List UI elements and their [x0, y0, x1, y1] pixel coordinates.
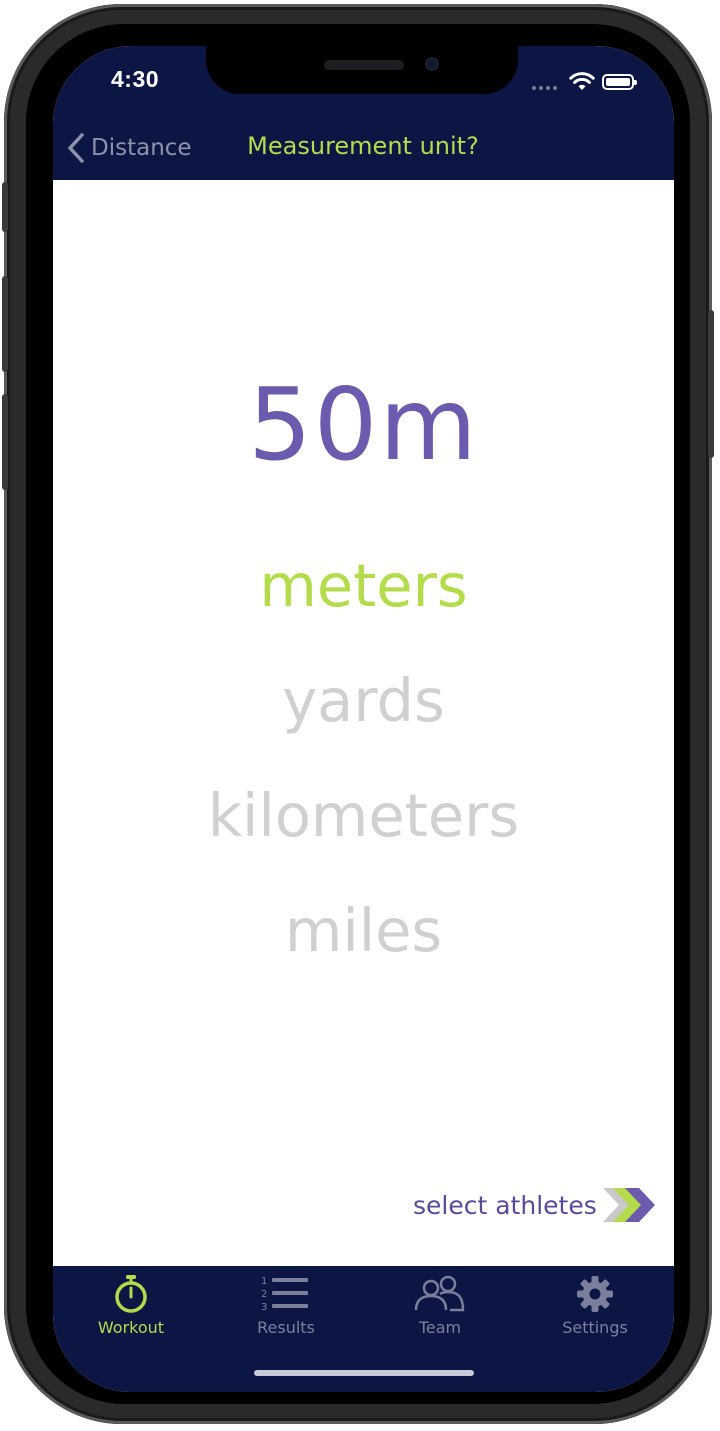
- svg-text:3: 3: [261, 1302, 267, 1313]
- double-chevron-right-icon: [602, 1188, 655, 1222]
- back-button[interactable]: Distance: [67, 132, 192, 164]
- tab-settings-label: Settings: [562, 1318, 628, 1337]
- volume-up-button: [2, 276, 8, 372]
- people-icon: [414, 1275, 465, 1312]
- stopwatch-icon: [115, 1275, 147, 1313]
- unit-option-meters[interactable]: meters: [53, 551, 674, 620]
- select-athletes-button[interactable]: select athletes: [413, 1186, 661, 1224]
- tab-team-label: Team: [418, 1318, 462, 1337]
- tab-results[interactable]: 1 2 3 Results: [226, 1266, 346, 1346]
- battery-icon: [602, 74, 637, 90]
- svg-text:1: 1: [261, 1276, 267, 1287]
- wifi-icon: [569, 72, 595, 90]
- front-camera: [425, 57, 439, 71]
- power-button: [708, 310, 714, 458]
- page-title: Measurement unit?: [247, 132, 479, 160]
- mute-switch: [2, 182, 8, 232]
- svg-text:2: 2: [261, 1289, 267, 1300]
- unit-option-yards[interactable]: yards: [53, 666, 674, 735]
- tab-settings[interactable]: Settings: [535, 1266, 655, 1346]
- gear-icon: [577, 1276, 613, 1312]
- screen: 4:30 Distance Measurement unit? 50m mete…: [53, 46, 674, 1392]
- numbered-list-icon: 1 2 3: [261, 1276, 308, 1313]
- phone-frame: 4:30 Distance Measurement unit? 50m mete…: [2, 4, 714, 1424]
- distance-value: 50m: [248, 366, 479, 483]
- select-athletes-label: select athletes: [413, 1190, 597, 1220]
- notch: [206, 46, 518, 94]
- unit-option-kilometers[interactable]: kilometers: [53, 781, 674, 850]
- chevron-left-icon: [68, 133, 84, 163]
- tab-workout[interactable]: Workout: [71, 1266, 191, 1346]
- cellular-signal-icon: [532, 86, 557, 90]
- tab-results-label: Results: [257, 1318, 315, 1337]
- earpiece-speaker: [324, 60, 404, 70]
- tab-team[interactable]: Team: [380, 1266, 500, 1346]
- unit-option-miles[interactable]: miles: [53, 896, 674, 965]
- tab-workout-label: Workout: [97, 1318, 165, 1337]
- home-indicator[interactable]: [254, 1370, 474, 1376]
- status-time: 4:30: [111, 66, 160, 92]
- volume-down-button: [2, 394, 8, 490]
- back-button-label: Distance: [91, 135, 192, 161]
- navigation-header: 4:30 Distance Measurement unit?: [53, 46, 674, 180]
